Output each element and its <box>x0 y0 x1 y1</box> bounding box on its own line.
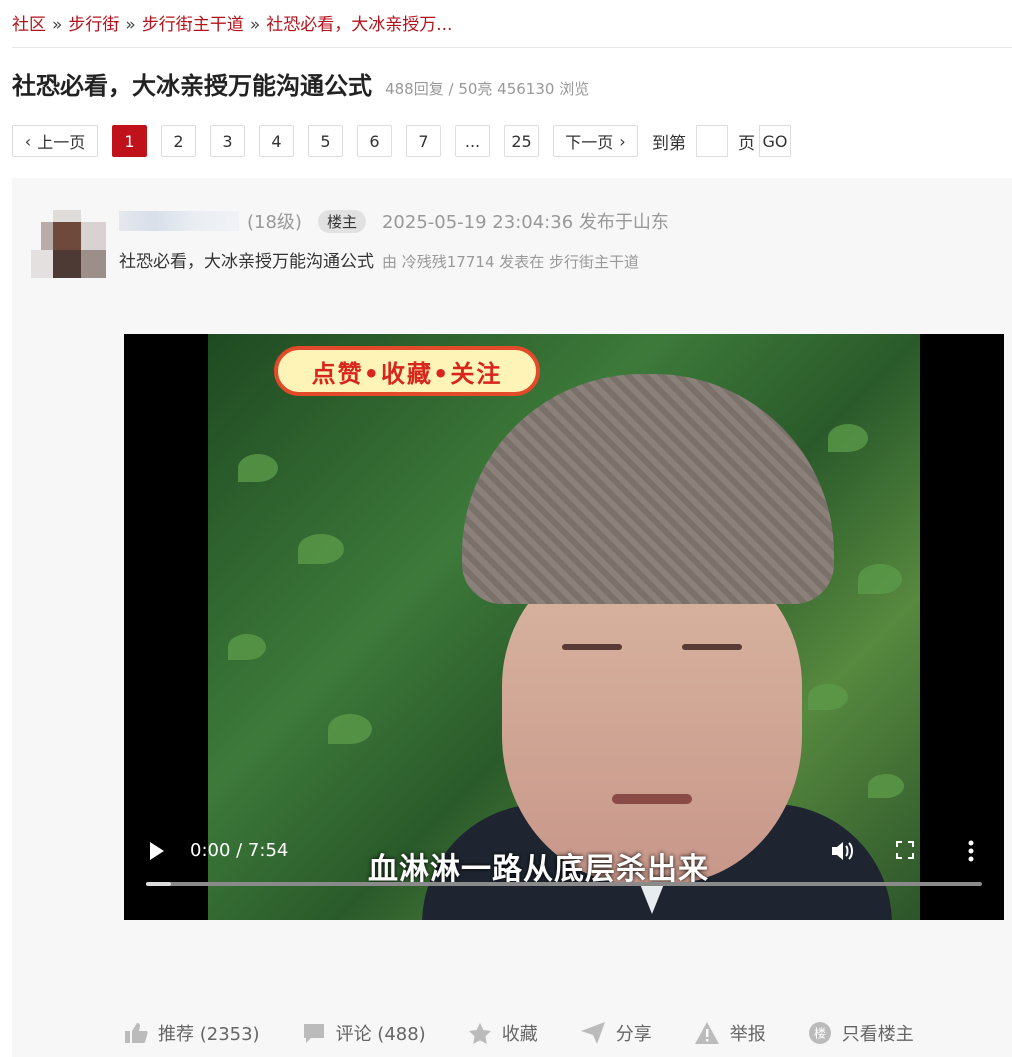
page-6-button[interactable]: 6 <box>357 125 392 157</box>
chevron-left-icon: ‹ <box>24 131 32 151</box>
goto-page-input[interactable] <box>696 125 728 157</box>
next-page-label: 下一页 <box>565 133 614 152</box>
page-label: 页 <box>738 133 755 154</box>
warning-icon <box>694 1022 719 1044</box>
next-page-button[interactable]: 下一页 › <box>553 125 638 157</box>
prev-page-button[interactable]: ‹ 上一页 <box>12 125 98 157</box>
report-button[interactable]: 举报 <box>694 1020 766 1046</box>
fullscreen-icon[interactable] <box>896 841 914 859</box>
op-filter-icon: 楼 <box>808 1022 831 1044</box>
share-button[interactable]: 分享 <box>580 1020 652 1046</box>
thread-stats: 488回复 / 50亮 456130 浏览 <box>385 80 590 98</box>
post-title: 社恐必看，大冰亲授万能沟通公式 <box>119 252 374 272</box>
page-3-button[interactable]: 3 <box>210 125 245 157</box>
video-sticker: 点赞•收藏•关注 <box>274 346 540 396</box>
recommend-button[interactable]: 推荐 (2353) <box>124 1020 260 1046</box>
favorite-button[interactable]: 收藏 <box>468 1020 538 1046</box>
prev-page-label: 上一页 <box>37 133 86 152</box>
video-player[interactable]: 点赞•收藏•关注 血淋淋一路从底层杀出来 0:00 / 7:54 <box>124 334 1004 920</box>
recommend-label: 推荐 (2353) <box>158 1024 260 1045</box>
page-25-button[interactable]: 25 <box>504 125 539 157</box>
breadcrumb-main-road[interactable]: 步行街主干道 <box>142 15 244 35</box>
report-label: 举报 <box>729 1024 766 1045</box>
video-progress-bar[interactable] <box>146 882 982 886</box>
video-time: 0:00 / 7:54 <box>190 840 289 861</box>
svg-text:楼: 楼 <box>814 1026 826 1041</box>
post-card: (18级) 楼主 2025-05-19 23:04:36 发布于山东 社恐必看，… <box>12 178 1012 1057</box>
post-meta: 由 冷残残17714 发表在 步行街主干道 <box>382 253 640 271</box>
favorite-label: 收藏 <box>501 1024 538 1045</box>
play-icon[interactable] <box>150 842 164 860</box>
breadcrumb: 社区» 步行街» 步行街主干道» 社恐必看，大冰亲授万... <box>12 10 452 35</box>
author-name[interactable] <box>119 211 239 231</box>
breadcrumb-separator: » <box>249 15 261 35</box>
breadcrumb-pedestrian-street[interactable]: 步行街 <box>68 15 119 35</box>
page-ellipsis-button[interactable]: ... <box>455 125 490 157</box>
page-5-button[interactable]: 5 <box>308 125 343 157</box>
page-2-button[interactable]: 2 <box>161 125 196 157</box>
star-icon <box>468 1022 491 1044</box>
breadcrumb-separator: » <box>125 15 136 35</box>
post-actions: 推荐 (2353) 评论 (488) 收藏 分享 举报 楼 只看楼主 <box>124 1020 956 1046</box>
only-op-label: 只看楼主 <box>841 1024 914 1045</box>
breadcrumb-separator: » <box>52 15 63 35</box>
chevron-right-icon: › <box>619 131 626 151</box>
share-icon <box>580 1022 605 1044</box>
more-options-icon[interactable] <box>968 840 974 862</box>
author-level: (18级) <box>247 212 302 233</box>
post-time-location: 2025-05-19 23:04:36 发布于山东 <box>381 212 669 233</box>
thumbs-up-icon <box>125 1023 148 1043</box>
breadcrumb-current-thread[interactable]: 社恐必看，大冰亲授万... <box>266 15 452 35</box>
comment-icon <box>303 1024 324 1043</box>
thread-title: 社恐必看，大冰亲授万能沟通公式 <box>12 72 372 100</box>
comment-button[interactable]: 评论 (488) <box>302 1020 426 1046</box>
thread-header: 社恐必看，大冰亲授万能沟通公式 488回复 / 50亮 456130 浏览 <box>12 66 589 101</box>
page-1-button[interactable]: 1 <box>112 125 147 157</box>
author-line: (18级) 楼主 2025-05-19 23:04:36 发布于山东 <box>119 208 669 234</box>
share-label: 分享 <box>615 1024 652 1045</box>
avatar[interactable] <box>31 193 106 280</box>
go-button[interactable]: GO <box>759 125 791 157</box>
video-controls: 0:00 / 7:54 <box>124 830 1004 920</box>
page-7-button[interactable]: 7 <box>406 125 441 157</box>
video-progress-fill <box>146 882 172 886</box>
only-op-button[interactable]: 楼 只看楼主 <box>808 1020 914 1046</box>
page-4-button[interactable]: 4 <box>259 125 294 157</box>
volume-icon[interactable] <box>830 840 854 862</box>
breadcrumb-community[interactable]: 社区 <box>12 15 46 35</box>
goto-label: 到第 <box>652 133 686 154</box>
header-divider <box>12 47 1012 48</box>
op-badge: 楼主 <box>317 209 366 233</box>
post-subline: 社恐必看，大冰亲授万能沟通公式由 冷残残17714 发表在 步行街主干道 <box>119 247 639 272</box>
comment-label: 评论 (488) <box>335 1024 426 1045</box>
pagination: ‹ 上一页 1 2 3 4 5 6 7 ... 25 下一页 › 到第 页 GO <box>12 124 791 158</box>
